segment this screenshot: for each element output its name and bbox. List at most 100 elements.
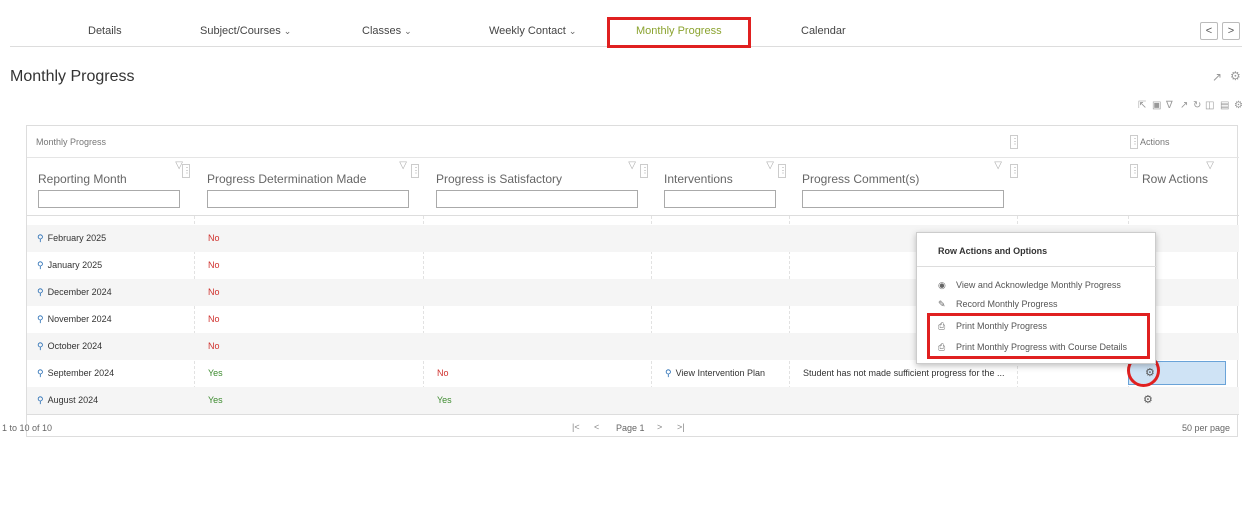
tab-calendar[interactable]: Calendar: [801, 15, 846, 47]
reporting-month-cell[interactable]: ⚲ December 2024: [37, 279, 112, 306]
page-size-select[interactable]: 50 per page: [1182, 423, 1230, 433]
column-menu-icon[interactable]: ⋮: [1010, 135, 1019, 149]
export-icon[interactable]: ⇱: [1138, 100, 1146, 111]
reporting-month-cell[interactable]: ⚲ February 2025: [37, 225, 106, 252]
tab-classes[interactable]: Classes ⌄: [362, 15, 412, 47]
expand-icon[interactable]: ↗: [1212, 70, 1222, 84]
first-page-button[interactable]: |<: [572, 422, 580, 432]
tab-label: Subject/Courses: [200, 25, 281, 37]
filter-clear-icon[interactable]: ∇: [1166, 100, 1173, 111]
search-icon[interactable]: ⚲: [37, 341, 44, 351]
column-label: Progress Determination Made: [207, 172, 367, 186]
row-actions-gear-icon[interactable]: ⚙: [1143, 387, 1153, 414]
divider: [917, 266, 1157, 267]
gear-icon[interactable]: ⚙: [1230, 69, 1241, 83]
highlight-box-active-tab: [607, 17, 751, 48]
determination-cell: Yes: [208, 395, 223, 405]
column-menu-icon[interactable]: ⋮: [1130, 135, 1139, 149]
last-page-button[interactable]: >|: [677, 422, 685, 432]
month-link[interactable]: August 2024: [48, 395, 99, 405]
prev-page-button[interactable]: <: [594, 422, 599, 432]
filter-icon[interactable]: ▽: [994, 160, 1002, 171]
filter-icon[interactable]: ▽: [1206, 160, 1214, 171]
table-row[interactable]: ⚲ August 2024 Yes Yes ⚙: [27, 387, 1239, 414]
tab-label: Calendar: [801, 25, 846, 37]
table-row[interactable]: ⚲ September 2024 Yes No ⚲ View Interventio…: [27, 360, 1239, 387]
filter-input-progress-satisfactory[interactable]: [436, 190, 638, 208]
column-header-interventions[interactable]: Interventions ▽: [656, 158, 786, 216]
chevron-down-icon: ⌄: [283, 26, 292, 36]
search-icon[interactable]: ⚲: [37, 314, 44, 324]
save-icon[interactable]: ▣: [1152, 100, 1161, 111]
month-link[interactable]: December 2024: [48, 287, 112, 297]
column-header-reporting-month[interactable]: Reporting Month ▽: [30, 158, 195, 216]
expand-icon[interactable]: ↗: [1180, 100, 1188, 111]
month-link[interactable]: January 2025: [48, 260, 103, 270]
nav-prev-button[interactable]: <: [1200, 22, 1218, 40]
determination-cell: Yes: [208, 368, 223, 378]
filter-input-reporting-month[interactable]: [38, 190, 180, 208]
grid-footer: 1 to 10 of 10 |< < Page 1 > >| 50 per pa…: [2, 414, 1239, 438]
tab-label: Details: [88, 25, 122, 37]
group-header: Monthly Progress ⋮ Actions ⋮: [27, 126, 1239, 158]
month-link[interactable]: February 2025: [48, 233, 107, 243]
tab-details[interactable]: Details: [88, 15, 122, 47]
search-icon[interactable]: ⚲: [37, 233, 44, 243]
view-intervention-plan-link[interactable]: View Intervention Plan: [676, 368, 765, 378]
menu-item-view-acknowledge[interactable]: ◉ View and Acknowledge Monthly Progress: [938, 280, 1121, 291]
reporting-month-cell[interactable]: ⚲ September 2024: [37, 360, 114, 387]
filter-input-interventions[interactable]: [664, 190, 776, 208]
month-link[interactable]: September 2024: [48, 368, 115, 378]
document-icon[interactable]: ▤: [1220, 100, 1229, 111]
column-menu-icon[interactable]: ⋮: [640, 164, 649, 178]
satisfactory-cell: No: [437, 368, 449, 378]
filter-icon[interactable]: ▽: [399, 160, 407, 171]
search-icon[interactable]: ⚲: [37, 368, 44, 378]
search-icon[interactable]: ⚲: [665, 368, 672, 378]
column-header-progress-determination[interactable]: Progress Determination Made ▽: [199, 158, 419, 216]
pencil-icon: ✎: [938, 299, 946, 309]
search-icon[interactable]: ⚲: [37, 260, 44, 270]
tab-label: Weekly Contact: [489, 25, 566, 37]
tab-label: Classes: [362, 25, 402, 37]
reporting-month-cell[interactable]: ⚲ January 2025: [37, 252, 102, 279]
filter-icon[interactable]: ▽: [766, 160, 774, 171]
columns-icon[interactable]: ◫: [1205, 100, 1214, 111]
refresh-icon[interactable]: ↻: [1193, 100, 1201, 111]
reporting-month-cell[interactable]: ⚲ November 2024: [37, 306, 112, 333]
chevron-down-icon: ⌄: [404, 26, 412, 36]
menu-item-label: Record Monthly Progress: [956, 299, 1058, 309]
column-header-progress-comments[interactable]: Progress Comment(s) ▽: [794, 158, 1014, 216]
gear-icon[interactable]: ⚙: [1234, 100, 1243, 111]
eye-icon: ◉: [938, 280, 946, 290]
reporting-month-cell[interactable]: ⚲ October 2024: [37, 333, 102, 360]
nav-next-button[interactable]: >: [1222, 22, 1240, 40]
reporting-month-cell[interactable]: ⚲ August 2024: [37, 387, 98, 414]
actions-group-label: Actions: [1140, 137, 1170, 147]
filter-input-progress-comments[interactable]: [802, 190, 1004, 208]
column-menu-icon[interactable]: ⋮: [182, 164, 191, 178]
month-link[interactable]: November 2024: [48, 314, 112, 324]
next-page-button[interactable]: >: [657, 422, 662, 432]
column-menu-icon[interactable]: ⋮: [778, 164, 787, 178]
column-label: Row Actions: [1142, 172, 1209, 186]
column-menu-icon[interactable]: ⋮: [411, 164, 420, 178]
tab-subject-courses[interactable]: Subject/Courses ⌄: [200, 15, 291, 47]
column-header-row-actions[interactable]: Row Actions ▽: [1132, 158, 1222, 216]
column-header-progress-satisfactory[interactable]: Progress is Satisfactory ▽: [428, 158, 648, 216]
month-link[interactable]: October 2024: [48, 341, 103, 351]
search-icon[interactable]: ⚲: [37, 395, 44, 405]
determination-cell: No: [208, 287, 220, 297]
column-menu-icon[interactable]: ⋮: [1010, 164, 1019, 178]
menu-item-record-progress[interactable]: ✎ Record Monthly Progress: [938, 299, 1058, 310]
search-icon[interactable]: ⚲: [37, 287, 44, 297]
popup-title: Row Actions and Options: [938, 246, 1048, 256]
interventions-cell[interactable]: ⚲ View Intervention Plan: [665, 360, 765, 387]
group-label: Monthly Progress: [36, 137, 107, 147]
filter-icon[interactable]: ▽: [628, 160, 636, 171]
tab-weekly-contact[interactable]: Weekly Contact ⌄: [489, 15, 576, 47]
highlight-box-print-options: [927, 313, 1150, 359]
filter-input-progress-determination[interactable]: [207, 190, 409, 208]
row-count: 1 to 10 of 10: [2, 423, 53, 433]
satisfactory-cell: Yes: [437, 395, 452, 405]
